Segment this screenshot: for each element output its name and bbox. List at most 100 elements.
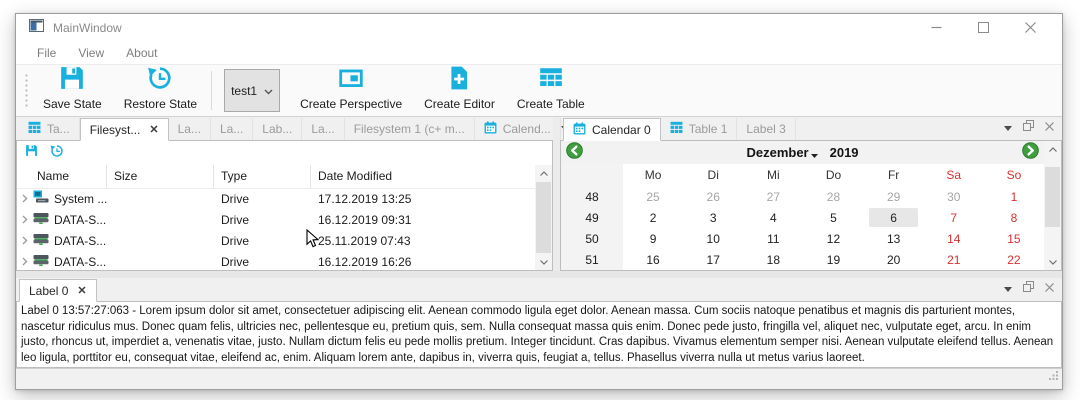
create-table-button[interactable]: Create Table: [506, 65, 596, 116]
menu-about[interactable]: About: [115, 46, 168, 60]
calendar-day[interactable]: 16: [623, 249, 683, 270]
calendar-day[interactable]: 11: [743, 228, 803, 249]
column-header[interactable]: Name: [17, 165, 107, 189]
close-icon[interactable]: ✕: [77, 284, 86, 297]
calendar-day[interactable]: 25: [623, 186, 683, 207]
chevron-right-icon[interactable]: [22, 210, 28, 231]
dock-area: Ta...Filesyst...✕La...La...Lab...La...Fi…: [16, 117, 1062, 271]
chevron-right-icon[interactable]: [22, 252, 28, 271]
close-icon[interactable]: ✕: [149, 123, 158, 136]
resize-grip[interactable]: [1049, 368, 1059, 386]
save-state-button[interactable]: Save State: [32, 65, 113, 116]
calendar-day[interactable]: 15: [984, 228, 1044, 249]
scroll-up-icon[interactable]: [535, 165, 552, 181]
calendar-icon: [573, 122, 586, 138]
file-size: [107, 231, 214, 252]
calendar-day[interactable]: 2: [623, 207, 683, 228]
tab-list-dropdown-icon[interactable]: [1004, 118, 1012, 136]
file-type: Drive: [214, 210, 311, 231]
calendar-day[interactable]: 30: [924, 186, 984, 207]
calendar-day[interactable]: 4: [743, 207, 803, 228]
table-row[interactable]: System ...Drive17.12.2019 13:25: [17, 189, 535, 210]
tab-filesyst[interactable]: Filesyst...✕: [80, 118, 169, 141]
calendar-day[interactable]: 14: [924, 228, 984, 249]
tab-table-1[interactable]: Table 1: [661, 118, 738, 140]
scroll-down-icon[interactable]: [535, 254, 552, 270]
calendar-day[interactable]: 19: [803, 249, 863, 270]
save-button[interactable]: [25, 144, 38, 162]
calendar-day[interactable]: 7: [924, 207, 984, 228]
tab-la[interactable]: La...: [211, 118, 253, 140]
calendar-day[interactable]: 22: [984, 249, 1044, 270]
calendar-day[interactable]: 5: [803, 207, 863, 228]
scroll-down-icon[interactable]: [1044, 254, 1061, 270]
calendar-day[interactable]: 27: [743, 186, 803, 207]
calendar-day[interactable]: 6: [864, 207, 924, 228]
perspective-combo[interactable]: test1: [224, 69, 280, 112]
column-header[interactable]: Date Modified: [311, 165, 535, 189]
tab-calend[interactable]: Calend...: [475, 118, 561, 140]
table-row[interactable]: DATA-S...Drive16.12.2019 09:31: [17, 210, 535, 231]
tab-la[interactable]: La...: [302, 118, 344, 140]
dock-splitter-horizontal[interactable]: [16, 271, 1062, 278]
dock-splitter-vertical[interactable]: [553, 117, 560, 271]
tab-label: Calendar 0: [592, 123, 651, 137]
float-panel-icon[interactable]: [1023, 279, 1034, 297]
create-perspective-button[interactable]: Create Perspective: [289, 65, 413, 116]
calendar-month-button[interactable]: Dezember: [746, 145, 808, 160]
calendar-day[interactable]: 13: [864, 228, 924, 249]
calendar-day[interactable]: 18: [743, 249, 803, 270]
minimize-button[interactable]: [926, 18, 946, 38]
calendar-next-button[interactable]: [1022, 142, 1039, 164]
column-header[interactable]: Type: [214, 165, 311, 189]
menu-view[interactable]: View: [67, 46, 115, 60]
chevron-right-icon[interactable]: [22, 231, 28, 252]
close-button[interactable]: [1020, 18, 1040, 38]
calendar-day[interactable]: 28: [803, 186, 863, 207]
calendar-prev-button[interactable]: [566, 142, 583, 164]
table-row[interactable]: DATA-S...Drive25.11.2019 07:43: [17, 231, 535, 252]
calendar-day[interactable]: 29: [864, 186, 924, 207]
table-row[interactable]: DATA-S...Drive16.12.2019 16:26: [17, 252, 535, 271]
column-header[interactable]: Size: [107, 165, 214, 189]
tab-label-0[interactable]: Label 0 ✕: [19, 279, 97, 302]
close-panel-icon[interactable]: [1045, 118, 1054, 136]
calendar-day[interactable]: 17: [683, 249, 743, 270]
calendar-day[interactable]: 10: [683, 228, 743, 249]
perspective-combo-value: test1: [231, 84, 257, 98]
title-bar[interactable]: MainWindow: [16, 14, 1062, 41]
calendar-day[interactable]: 1: [984, 186, 1044, 207]
tab-calendar-0[interactable]: Calendar 0: [563, 118, 661, 141]
tab-list-dropdown-icon[interactable]: [1004, 279, 1012, 297]
maximize-button[interactable]: [973, 18, 993, 38]
create-editor-label: Create Editor: [424, 97, 495, 111]
float-panel-icon[interactable]: [1023, 118, 1034, 136]
calendar-day[interactable]: 26: [683, 186, 743, 207]
tab-ta[interactable]: Ta...: [19, 118, 80, 140]
calendar-day[interactable]: 12: [803, 228, 863, 249]
calendar-scrollbar[interactable]: [1044, 141, 1061, 270]
calendar-day[interactable]: 21: [924, 249, 984, 270]
restore-button[interactable]: [50, 144, 64, 163]
tab-label-3[interactable]: Label 3: [737, 118, 795, 140]
calendar-day[interactable]: 20: [864, 249, 924, 270]
month-dropdown-icon[interactable]: [811, 146, 818, 161]
toolbar-drag-handle[interactable]: [24, 72, 29, 109]
create-editor-button[interactable]: Create Editor: [413, 65, 506, 116]
file-list-scrollbar[interactable]: [535, 165, 552, 270]
day-header: Mi: [743, 164, 803, 186]
scroll-up-icon[interactable]: [1044, 141, 1061, 157]
tab-la[interactable]: La...: [169, 118, 211, 140]
day-header: Mo: [623, 164, 683, 186]
chevron-right-icon[interactable]: [22, 189, 28, 210]
day-value: 30: [929, 187, 978, 206]
calendar-year-button[interactable]: 2019: [830, 145, 859, 160]
menu-file[interactable]: File: [26, 46, 67, 60]
close-panel-icon[interactable]: [1045, 279, 1054, 297]
restore-state-button[interactable]: Restore State: [113, 65, 208, 116]
calendar-day[interactable]: 9: [623, 228, 683, 249]
calendar-day[interactable]: 3: [683, 207, 743, 228]
calendar-day[interactable]: 8: [984, 207, 1044, 228]
tab-lab[interactable]: Lab...: [253, 118, 302, 140]
tab-filesystem-1-c-m[interactable]: Filesystem 1 (c+ m...: [345, 118, 475, 140]
